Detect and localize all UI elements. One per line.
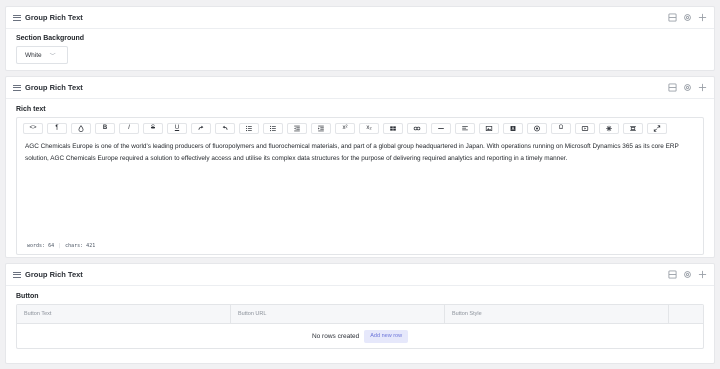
table-button[interactable]: [383, 122, 403, 134]
add-icon[interactable]: [698, 13, 707, 22]
align-left-icon: [462, 125, 468, 130]
column-header-button-text[interactable]: Button Text: [17, 305, 231, 323]
media-button[interactable]: [575, 122, 595, 134]
editor-toolbar: <> ¶ B I S U x² x₂ Ω: [17, 118, 703, 138]
table-empty-state: No rows created Add new row: [17, 324, 703, 348]
button-label: Button: [16, 293, 39, 300]
outdent-icon: [294, 125, 300, 131]
redo-icon: [198, 125, 204, 130]
panel-body: Section Background White ﹀: [6, 29, 714, 72]
chevron-down-icon: ﹀: [49, 53, 56, 60]
panel-actions: [668, 83, 707, 92]
outdent-button[interactable]: [287, 122, 307, 134]
panel-title: Group Rich Text: [25, 13, 83, 22]
column-header-button-url[interactable]: Button URL: [231, 305, 445, 323]
rich-text-panel: Group Rich Text Rich text <> ¶ B I S U x…: [5, 76, 715, 258]
image-button[interactable]: [479, 122, 499, 134]
panel-actions: [668, 270, 707, 279]
undo-icon: [222, 125, 228, 130]
rich-text-label: Rich text: [16, 106, 46, 113]
editor-content[interactable]: AGC Chemicals Europe is one of the world…: [17, 138, 703, 218]
format-button[interactable]: [503, 122, 523, 134]
panel-header: Group Rich Text: [6, 7, 714, 29]
panel-header: Group Rich Text: [6, 264, 714, 286]
word-count: words: 64: [27, 243, 55, 249]
statusbar-divider: |: [58, 243, 62, 249]
collapse-icon[interactable]: [668, 270, 677, 279]
section-background-select[interactable]: White ﹀: [16, 46, 68, 64]
table-header: Button Text Button URL Button Style: [17, 305, 703, 324]
copyright-button[interactable]: [527, 122, 547, 134]
horizontal-rule-button[interactable]: [431, 122, 451, 134]
gear-icon[interactable]: [683, 270, 692, 279]
select-value: White: [25, 51, 42, 59]
source-code-button[interactable]: <>: [23, 122, 43, 134]
bold-button[interactable]: B: [95, 122, 115, 134]
align-button[interactable]: [455, 122, 475, 134]
expand-icon: [653, 124, 661, 132]
drag-handle-icon[interactable]: [13, 84, 21, 91]
link-button[interactable]: [407, 122, 427, 134]
horizontal-rule-icon: [438, 127, 444, 129]
bullet-list-button[interactable]: [239, 122, 259, 134]
bullet-list-icon: [245, 125, 252, 131]
gear-icon[interactable]: [683, 13, 692, 22]
drag-handle-icon[interactable]: [13, 271, 21, 278]
panel-header: Group Rich Text: [6, 77, 714, 99]
editor-statusbar: words: 64 | chars: 421: [27, 243, 95, 249]
select-all-icon: [630, 125, 636, 131]
column-header-button-style[interactable]: Button Style: [445, 305, 669, 323]
add-new-row-button[interactable]: Add new row: [364, 329, 409, 343]
clean-button[interactable]: [599, 122, 619, 134]
underline-button[interactable]: U: [167, 122, 187, 134]
panel-actions: [668, 13, 707, 22]
media-icon: [581, 125, 589, 131]
sparkle-icon: [606, 125, 612, 131]
italic-button[interactable]: I: [119, 122, 139, 134]
superscript-button[interactable]: x²: [335, 122, 355, 134]
section-background-label: Section Background: [16, 35, 85, 42]
undo-button[interactable]: [215, 122, 235, 134]
special-char-button[interactable]: Ω: [551, 122, 571, 134]
gear-icon[interactable]: [683, 83, 692, 92]
numbered-list-button[interactable]: [263, 122, 283, 134]
add-icon[interactable]: [698, 83, 707, 92]
drop-icon: [78, 124, 84, 132]
indent-icon: [318, 125, 324, 131]
subscript-button[interactable]: x₂: [359, 122, 379, 134]
format-icon: [510, 125, 516, 131]
panel-title: Group Rich Text: [25, 270, 83, 279]
collapse-icon[interactable]: [668, 83, 677, 92]
select-all-button[interactable]: [623, 122, 643, 134]
image-icon: [485, 125, 493, 131]
fullscreen-button[interactable]: [647, 122, 667, 134]
empty-text: No rows created: [311, 332, 360, 340]
circle-icon: [534, 125, 540, 131]
button-panel: Group Rich Text Button Button Text Butto…: [5, 263, 715, 364]
section-background-panel: Group Rich Text Section Background White…: [5, 6, 715, 71]
link-icon: [413, 126, 421, 130]
table-icon: [390, 125, 396, 131]
numbered-list-icon: [270, 125, 276, 131]
button-table: Button Text Button URL Button Style No r…: [16, 304, 704, 349]
panel-title: Group Rich Text: [25, 83, 83, 92]
column-header-actions: [669, 305, 705, 323]
add-icon[interactable]: [698, 270, 707, 279]
redo-button[interactable]: [191, 122, 211, 134]
drag-handle-icon[interactable]: [13, 14, 21, 21]
panel-body: Button Button Text Button URL Button Sty…: [6, 286, 714, 357]
paragraph-button[interactable]: ¶: [47, 122, 67, 134]
rich-text-editor[interactable]: <> ¶ B I S U x² x₂ Ω AGC Chemicals Europ…: [16, 117, 704, 255]
char-count: chars: 421: [65, 243, 96, 249]
indent-button[interactable]: [311, 122, 331, 134]
text-color-button[interactable]: [71, 122, 91, 134]
panel-body: Rich text <> ¶ B I S U x² x₂ Ω AGC Chemi…: [6, 99, 714, 263]
strikethrough-button[interactable]: S: [143, 122, 163, 134]
collapse-icon[interactable]: [668, 13, 677, 22]
